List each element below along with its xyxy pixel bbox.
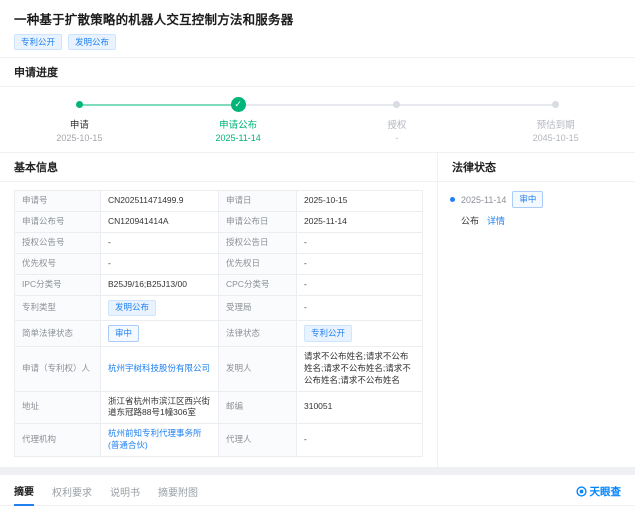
timeline-step-publication: 申请公布 2025-11-14 bbox=[159, 97, 318, 143]
legal-date: 2025-11-14 bbox=[461, 194, 507, 205]
legal-status-panel: 法律状态 2025-11-14 审中 公布 详情 bbox=[437, 153, 635, 468]
invention-publication-badge: 发明公布 bbox=[68, 34, 117, 51]
step-label: 预估到期 bbox=[536, 120, 575, 132]
accepting-office-value: - bbox=[297, 295, 423, 322]
basic-info-table: 申请号 CN202511471499.9 申请日 2025-10-15 申请公布… bbox=[14, 190, 423, 458]
agent-label: 代理人 bbox=[219, 424, 297, 458]
step-date: 2025-10-15 bbox=[56, 133, 103, 144]
step-pending-dot-icon bbox=[393, 101, 401, 109]
step-label: 申请 bbox=[69, 120, 89, 132]
application-no-label: 申请号 bbox=[15, 191, 101, 213]
legal-status-value: 专利公开 bbox=[297, 321, 423, 347]
priority-no-label: 优先权号 bbox=[15, 254, 101, 276]
cpc-value: - bbox=[297, 275, 423, 296]
tab-claims[interactable]: 权利要求 bbox=[52, 484, 92, 505]
basic-info-title: 基本信息 bbox=[0, 153, 437, 183]
legal-status-badge: 专利公开 bbox=[304, 325, 353, 342]
patent-card: 一种基于扩散策略的机器人交互控制方法和服务器 专利公开 发明公布 申请进度 申请… bbox=[0, 0, 635, 468]
agency-label: 代理机构 bbox=[15, 424, 101, 458]
basic-info-section: 基本信息 申请号 CN202511471499.9 申请日 2025-10-15… bbox=[0, 153, 437, 467]
tab-abstract-figure[interactable]: 摘要附图 bbox=[158, 484, 198, 505]
inventor-label: 发明人 bbox=[219, 346, 297, 392]
legal-event: 公布 bbox=[461, 215, 480, 226]
postcode-value: 310051 bbox=[297, 391, 423, 425]
priority-date-value: - bbox=[297, 254, 423, 276]
patent-type-label: 专利类型 bbox=[15, 295, 101, 322]
accepting-office-label: 受理局 bbox=[219, 295, 297, 322]
grant-date-value: - bbox=[297, 233, 423, 255]
applicant-label: 申请（专利权）人 bbox=[15, 346, 101, 392]
step-label: 申请公布 bbox=[219, 120, 258, 132]
step-pending-dot-icon bbox=[552, 101, 560, 109]
abstract-text: 本发明公开了一种基于扩散策略的机器人交互控制方法和服务器，属于机器人控制技术领域… bbox=[0, 506, 635, 513]
document-tabs: 摘要 权利要求 说明书 摘要附图 天眼查 bbox=[0, 475, 635, 507]
patent-open-badge: 专利公开 bbox=[14, 34, 63, 51]
postcode-label: 邮编 bbox=[219, 391, 297, 425]
info-row: 基本信息 申请号 CN202511471499.9 申请日 2025-10-15… bbox=[0, 152, 635, 468]
patent-type-value: 发明公布 bbox=[101, 295, 219, 322]
priority-date-label: 优先权日 bbox=[219, 254, 297, 276]
pending-review-badge: 审中 bbox=[108, 325, 140, 342]
application-date-value: 2025-10-15 bbox=[297, 191, 423, 213]
applicant-link[interactable]: 杭州宇树科技股份有限公司 bbox=[108, 363, 210, 375]
inventor-value: 请求不公布姓名;请求不公布姓名;请求不公布姓名;请求不公布姓名;请求不公布姓名 bbox=[297, 346, 423, 392]
agency-value: 杭州前知专利代理事务所(普通合伙) bbox=[101, 424, 219, 458]
simple-legal-status-label: 简单法律状态 bbox=[15, 321, 101, 347]
applicant-value: 杭州宇树科技股份有限公司 bbox=[101, 346, 219, 392]
tianyancha-logo: 天眼查 bbox=[575, 484, 622, 505]
legal-detail-link[interactable]: 详情 bbox=[487, 214, 505, 227]
timeline-step-application: 申请 2025-10-15 bbox=[0, 97, 159, 143]
step-done-dot-icon bbox=[75, 101, 83, 109]
timeline-step-estimated-expiry: 预估到期 2045-10-15 bbox=[476, 97, 635, 143]
page-title: 一种基于扩散策略的机器人交互控制方法和服务器 bbox=[14, 13, 294, 27]
agent-value: - bbox=[297, 424, 423, 458]
application-date-label: 申请日 bbox=[219, 191, 297, 213]
grant-date-label: 授权公告日 bbox=[219, 233, 297, 255]
patent-header: 一种基于扩散策略的机器人交互控制方法和服务器 专利公开 发明公布 bbox=[0, 0, 635, 57]
tab-abstract[interactable]: 摘要 bbox=[14, 483, 34, 507]
grant-no-value: - bbox=[101, 233, 219, 255]
grant-no-label: 授权公告号 bbox=[15, 233, 101, 255]
cpc-label: CPC分类号 bbox=[219, 275, 297, 296]
ipc-value: B25J9/16;B25J13/00 bbox=[101, 275, 219, 296]
timeline-step-grant: 授权 - bbox=[318, 97, 477, 143]
legal-status-item: 2025-11-14 审中 公布 详情 bbox=[438, 182, 635, 235]
publication-no-value: CN120941414A bbox=[101, 212, 219, 234]
agency-link[interactable]: 杭州前知专利代理事务所(普通合伙) bbox=[108, 428, 211, 452]
legal-bullet-icon bbox=[450, 197, 455, 203]
progress-section-title: 申请进度 bbox=[0, 57, 635, 88]
simple-legal-status-value: 审中 bbox=[101, 321, 219, 347]
step-date: 2025-11-14 bbox=[215, 133, 261, 144]
title-badges: 专利公开 发明公布 bbox=[14, 34, 621, 51]
tianyancha-eye-icon bbox=[575, 486, 587, 497]
step-check-icon bbox=[230, 97, 246, 113]
publication-date-label: 申请公布日 bbox=[219, 212, 297, 234]
address-label: 地址 bbox=[15, 391, 101, 425]
step-label: 授权 bbox=[387, 120, 407, 132]
legal-panel-title: 法律状态 bbox=[438, 153, 635, 183]
step-date: 2045-10-15 bbox=[532, 133, 579, 144]
document-card: 摘要 权利要求 说明书 摘要附图 天眼查 本发明公开了一种基于扩散策略的机器人交… bbox=[0, 475, 635, 513]
legal-pending-badge: 审中 bbox=[512, 191, 544, 208]
brand-name: 天眼查 bbox=[589, 486, 622, 499]
step-date: - bbox=[395, 133, 399, 144]
patent-type-badge: 发明公布 bbox=[108, 299, 157, 317]
publication-no-label: 申请公布号 bbox=[15, 212, 101, 234]
publication-date-value: 2025-11-14 bbox=[297, 212, 423, 234]
legal-status-label: 法律状态 bbox=[219, 321, 297, 347]
address-value: 浙江省杭州市滨江区西兴街道东冠路88号1幢306室 bbox=[101, 391, 219, 425]
priority-no-value: - bbox=[101, 254, 219, 276]
tab-description[interactable]: 说明书 bbox=[110, 484, 140, 505]
ipc-label: IPC分类号 bbox=[15, 275, 101, 296]
patent-detail-page: 一种基于扩散策略的机器人交互控制方法和服务器 专利公开 发明公布 申请进度 申请… bbox=[0, 0, 635, 513]
application-no-value: CN202511471499.9 bbox=[101, 191, 219, 213]
application-progress-timeline: 申请 2025-10-15 申请公布 2025-11-14 授权 - 预估到期 … bbox=[0, 87, 635, 152]
